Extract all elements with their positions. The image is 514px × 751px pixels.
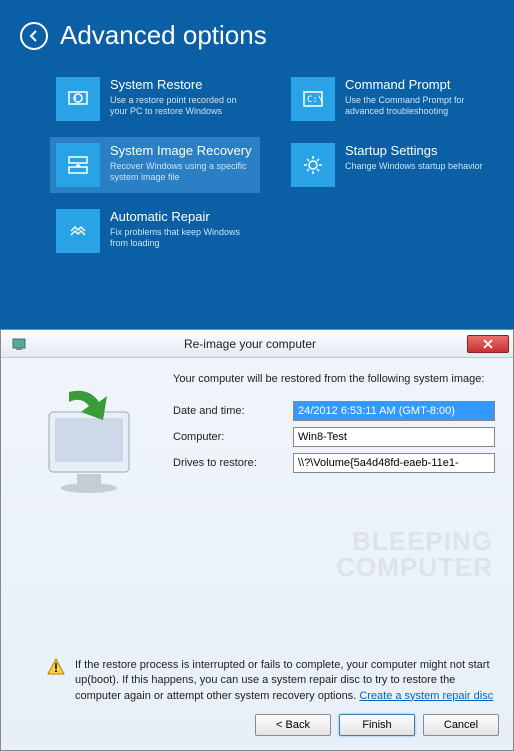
tile-desc: Recover Windows using a specific system …: [110, 161, 254, 184]
field-computer[interactable]: [293, 427, 495, 447]
field-drives[interactable]: [293, 453, 495, 473]
dialog-title: Re-image your computer: [33, 337, 467, 351]
close-button[interactable]: [467, 335, 509, 353]
back-dialog-button[interactable]: < Back: [255, 714, 331, 736]
titlebar: Re-image your computer: [1, 330, 513, 358]
reimage-dialog: Re-image your computer Your computer wil…: [0, 329, 514, 751]
header: Advanced options: [20, 20, 494, 51]
field-datetime[interactable]: [293, 401, 495, 421]
dialog-body: Your computer will be restored from the …: [1, 358, 513, 650]
tile-desc: Use the Command Prompt for advanced trou…: [345, 95, 489, 118]
image-recovery-icon: [56, 143, 100, 187]
tile-startup-settings[interactable]: Startup Settings Change Windows startup …: [285, 137, 495, 193]
label-datetime: Date and time:: [173, 405, 293, 417]
tile-system-image-recovery[interactable]: System Image Recovery Recover Windows us…: [50, 137, 260, 193]
tile-automatic-repair[interactable]: Automatic Repair Fix problems that keep …: [50, 203, 260, 259]
prompt-icon: C:\: [291, 77, 335, 121]
back-button[interactable]: [20, 22, 48, 50]
tile-title: Automatic Repair: [110, 209, 254, 225]
tile-desc: Fix problems that keep Windows from load…: [110, 227, 254, 250]
gear-icon: [291, 143, 335, 187]
back-arrow-icon: [27, 29, 41, 43]
intro-text: Your computer will be restored from the …: [173, 372, 495, 387]
restore-icon: [56, 77, 100, 121]
close-icon: [483, 339, 493, 349]
tile-title: System Image Recovery: [110, 143, 254, 159]
tile-desc: Use a restore point recorded on your PC …: [110, 95, 254, 118]
tile-system-restore[interactable]: System Restore Use a restore point recor…: [50, 71, 260, 127]
create-repair-disc-link[interactable]: Create a system repair disc: [359, 690, 493, 702]
tile-title: Command Prompt: [345, 77, 489, 93]
dialog-content: Your computer will be restored from the …: [173, 372, 495, 650]
monitor-restore-icon: [29, 382, 149, 512]
advanced-options-screen: Advanced options System Restore Use a re…: [0, 0, 514, 329]
warning-box: If the restore process is interrupted or…: [1, 658, 513, 704]
repair-icon: [56, 209, 100, 253]
label-computer: Computer:: [173, 431, 293, 443]
app-icon: [11, 336, 27, 352]
label-drives: Drives to restore:: [173, 457, 293, 469]
cancel-button[interactable]: Cancel: [423, 714, 499, 736]
dialog-illustration: [19, 372, 159, 650]
page-title: Advanced options: [60, 20, 267, 51]
finish-button[interactable]: Finish: [339, 714, 415, 736]
svg-text:C:\: C:\: [307, 95, 323, 105]
button-row: < Back Finish Cancel: [1, 704, 513, 750]
warning-text: If the restore process is interrupted or…: [75, 658, 495, 704]
warning-icon: [47, 658, 65, 676]
tile-title: System Restore: [110, 77, 254, 93]
tile-command-prompt[interactable]: C:\ Command Prompt Use the Command Promp…: [285, 71, 495, 127]
tile-title: Startup Settings: [345, 143, 489, 159]
tile-grid: System Restore Use a restore point recor…: [50, 71, 494, 259]
tile-desc: Change Windows startup behavior: [345, 161, 489, 173]
